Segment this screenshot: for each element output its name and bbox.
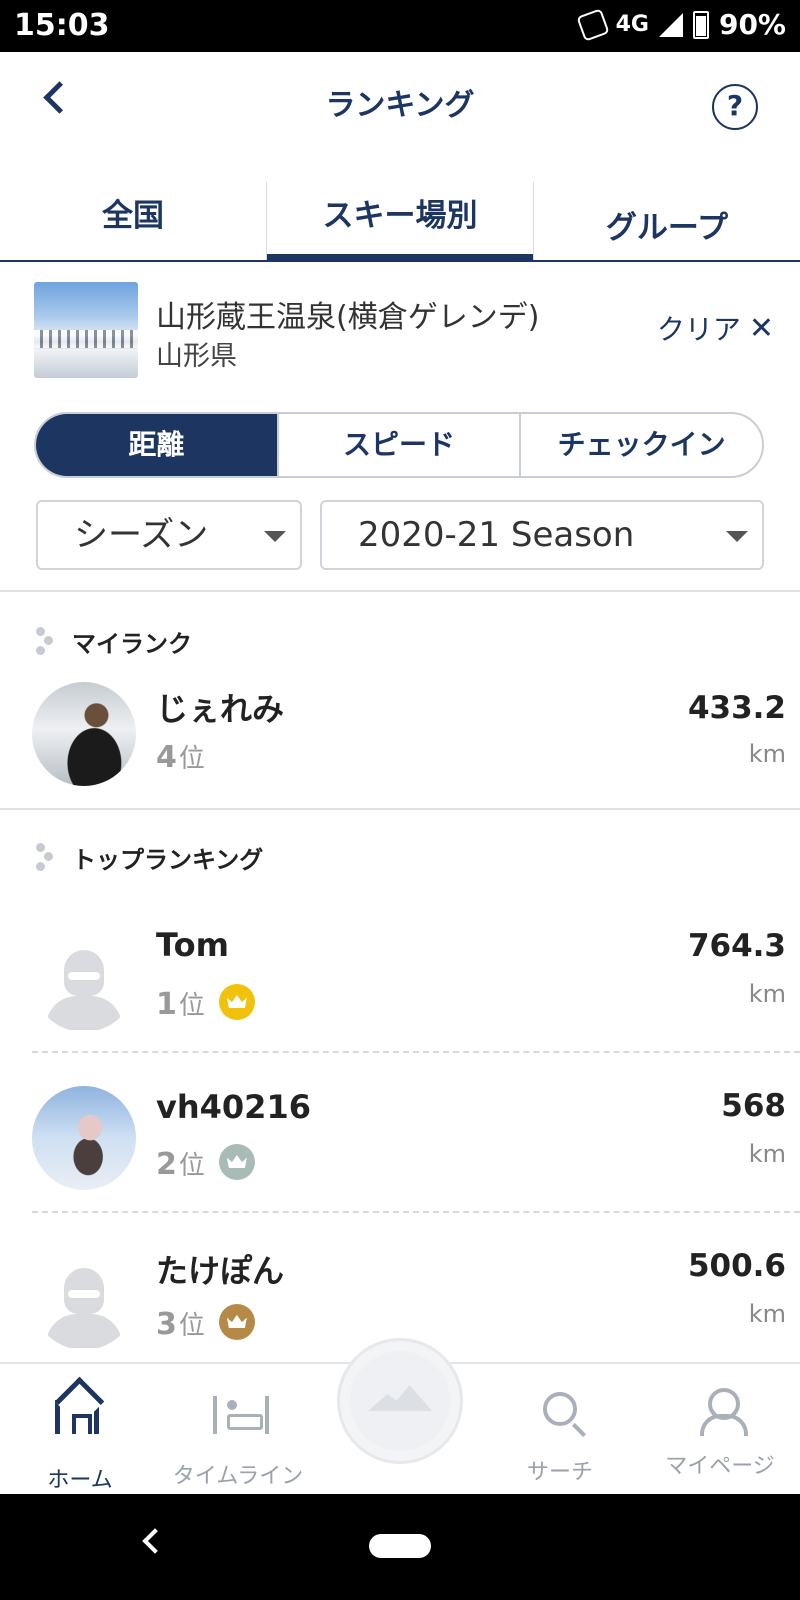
- app-header: ランキング ?: [0, 52, 800, 162]
- default-avatar-icon: [32, 928, 136, 1032]
- rank-suffix: 位: [178, 991, 205, 1021]
- default-avatar-icon: [32, 1246, 136, 1350]
- nav-label: タイムライン: [172, 1464, 304, 1489]
- status-icons: 4G 90%: [575, 7, 786, 42]
- user-rank: 1 位: [156, 978, 255, 1022]
- row-separator: [32, 1051, 800, 1053]
- season-select[interactable]: 2020-21 Season: [320, 500, 764, 570]
- divider: [0, 590, 800, 592]
- segment-speed[interactable]: スピード: [276, 414, 520, 476]
- bronze-crown-icon: [218, 1304, 255, 1340]
- segment-checkin[interactable]: チェックイン: [519, 414, 762, 476]
- distance-value: 433.2: [687, 690, 786, 726]
- rank-number: 1: [156, 987, 177, 1022]
- nav-label: サーチ: [526, 1460, 593, 1485]
- nav-label: ホーム: [47, 1468, 113, 1493]
- resort-prefecture: 山形県: [156, 341, 237, 372]
- user-rank: 3 位: [156, 1298, 255, 1342]
- chevron-down-icon: [264, 531, 286, 542]
- period-select[interactable]: シーズン: [36, 500, 302, 570]
- row-separator: [32, 1211, 800, 1213]
- signal-icon: [658, 12, 683, 37]
- rank-suffix: 位: [178, 744, 205, 774]
- nav-search[interactable]: サーチ: [480, 1386, 640, 1486]
- rank-number: 4: [156, 740, 177, 775]
- user-icon: [695, 1386, 748, 1436]
- clear-label: クリア: [656, 313, 741, 346]
- nav-home[interactable]: ホーム: [0, 1386, 160, 1494]
- avatar: [32, 1086, 136, 1190]
- nav-timeline[interactable]: タイムライン: [158, 1386, 318, 1490]
- mountain-icon: [368, 1385, 432, 1411]
- network-label: 4G: [615, 12, 649, 37]
- clear-resort-button[interactable]: クリア ✕: [657, 308, 774, 348]
- divider: [0, 808, 800, 810]
- ranking-row[interactable]: vh40216 2 位 568 km: [0, 1076, 800, 1196]
- user-name: たけぽん: [156, 1252, 285, 1290]
- my-rank-header: マイランク: [34, 624, 192, 659]
- status-bar: 15:03 4G 90%: [0, 0, 800, 52]
- status-time: 15:03: [14, 8, 110, 43]
- user-rank: 2 位: [156, 1138, 255, 1182]
- distance-unit: km: [748, 740, 786, 768]
- user-name: vh40216: [156, 1088, 311, 1126]
- center-mountain-button[interactable]: [337, 1338, 463, 1464]
- help-button[interactable]: ?: [712, 84, 758, 130]
- ranking-tabs: 全国 スキー場別 グループ: [0, 182, 800, 262]
- system-back-icon[interactable]: [142, 1528, 168, 1554]
- distance-unit: km: [748, 1140, 786, 1168]
- section-title: マイランク: [72, 630, 192, 658]
- distance-value: 764.3: [687, 928, 786, 964]
- distance-unit: km: [748, 1300, 786, 1328]
- tab-national[interactable]: 全国: [0, 182, 266, 260]
- nav-mypage[interactable]: マイページ: [640, 1386, 800, 1480]
- tab-group[interactable]: グループ: [533, 182, 800, 260]
- selected-resort: 山形蔵王温泉(横倉ゲレンデ) 山形県 クリア ✕: [34, 282, 774, 378]
- section-title: トップランキング: [72, 846, 264, 874]
- distance-value: 568: [721, 1088, 786, 1124]
- system-home-pill[interactable]: [369, 1534, 431, 1558]
- vibrate-icon: [575, 7, 610, 42]
- home-icon: [55, 1400, 99, 1434]
- silver-crown-icon: [218, 1144, 255, 1180]
- system-navigation-bar: [0, 1494, 800, 1600]
- section-dots-icon: [34, 626, 56, 657]
- timeline-icon: [213, 1396, 269, 1434]
- segment-distance[interactable]: 距離: [36, 414, 277, 476]
- tab-by-resort[interactable]: スキー場別: [266, 182, 533, 262]
- chevron-down-icon: [726, 531, 748, 542]
- resort-thumbnail: [34, 282, 138, 378]
- battery-level: 90%: [718, 8, 786, 41]
- period-value: シーズン: [74, 515, 209, 555]
- rank-number: 2: [156, 1147, 177, 1182]
- section-dots-icon: [34, 842, 56, 873]
- ranking-row[interactable]: Tom 1 位 764.3 km: [0, 918, 800, 1038]
- rank-suffix: 位: [178, 1151, 205, 1181]
- season-value: 2020-21 Season: [358, 515, 635, 555]
- gold-crown-icon: [218, 984, 255, 1020]
- rank-suffix: 位: [178, 1311, 205, 1341]
- page-title: ランキング: [325, 88, 475, 123]
- battery-icon: [692, 10, 709, 39]
- distance-unit: km: [748, 980, 786, 1008]
- avatar: [32, 682, 136, 786]
- bottom-navigation: ホーム タイムライン サーチ マイページ: [0, 1338, 800, 1494]
- distance-value: 500.6: [687, 1248, 786, 1284]
- close-icon: ✕: [748, 310, 774, 346]
- nav-label: マイページ: [665, 1454, 775, 1479]
- search-icon: [543, 1392, 577, 1426]
- metric-segmented-control: 距離 スピード チェックイン: [34, 412, 764, 478]
- top-ranking-header: トップランキング: [34, 840, 263, 875]
- user-name: Tom: [156, 926, 229, 964]
- my-rank-row[interactable]: じぇれみ 4 位 433.2 km: [0, 672, 800, 792]
- user-name: じぇれみ: [156, 690, 285, 728]
- resort-name: 山形蔵王温泉(横倉ゲレンデ): [156, 300, 540, 335]
- user-rank: 4 位: [156, 738, 205, 775]
- rank-number: 3: [156, 1307, 177, 1342]
